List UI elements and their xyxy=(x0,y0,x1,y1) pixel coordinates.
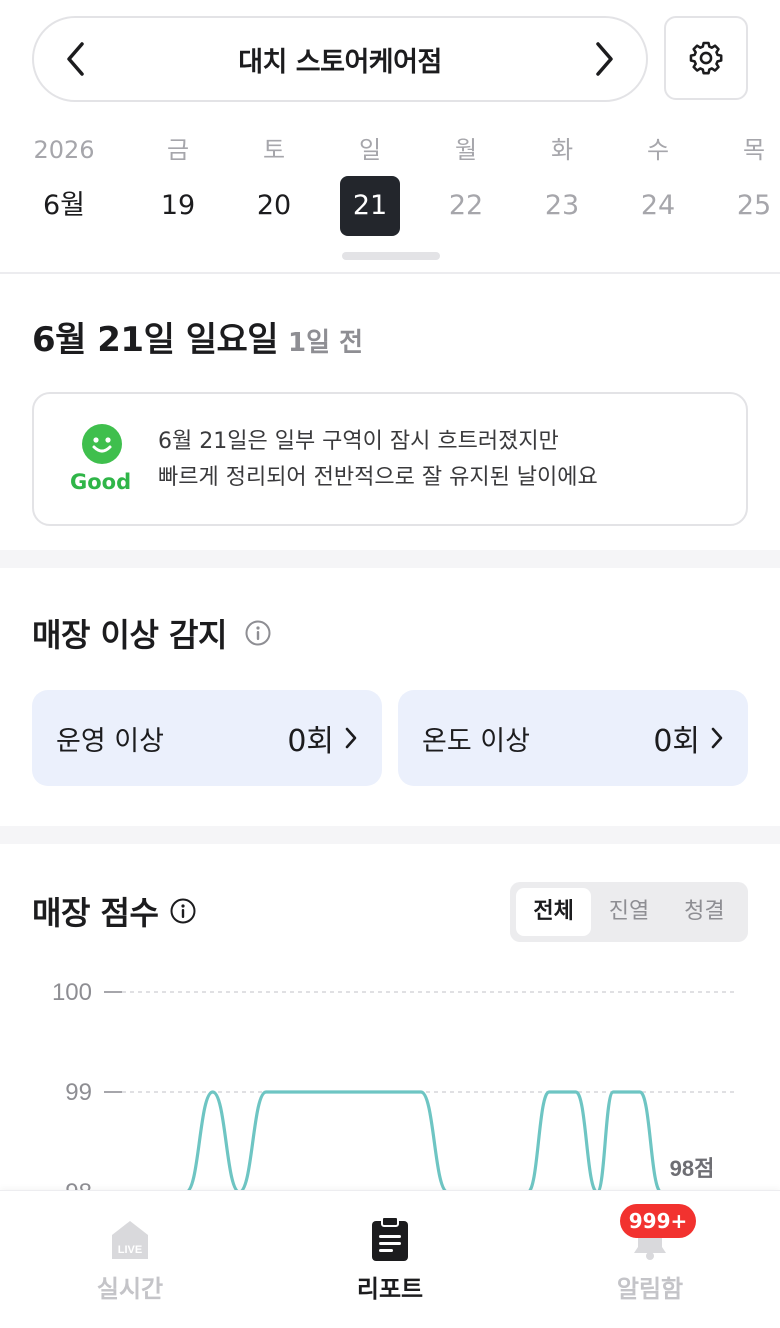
tab-cleanliness[interactable]: 청결 xyxy=(667,888,742,936)
day-number: 22 xyxy=(448,190,484,221)
date-item[interactable]: 토 20 xyxy=(234,128,314,236)
daily-summary-card: Good 6월 21일은 일부 구역이 잠시 흐트러졌지만 빠르게 정리되어 전… xyxy=(32,392,748,526)
day-number: 23 xyxy=(544,190,580,221)
next-store-button[interactable] xyxy=(590,39,620,79)
smile-icon xyxy=(82,424,122,464)
nav-label: 실시간 xyxy=(96,1275,164,1303)
y-tick-label: 98 xyxy=(65,1179,92,1190)
date-item[interactable]: 화 23 xyxy=(522,128,602,236)
current-score-label: 98점 xyxy=(670,1156,715,1181)
score-filter-tabs: 전체 진열 청결 xyxy=(510,882,748,942)
prev-store-button[interactable] xyxy=(60,39,90,79)
store-selector: 대치 스토어케어점 xyxy=(32,16,648,102)
day-number: 25 xyxy=(736,190,772,221)
status-label: Good xyxy=(70,470,132,494)
settings-button[interactable] xyxy=(664,16,748,100)
nav-label: 리포트 xyxy=(356,1275,424,1303)
day-number: 21 xyxy=(340,176,400,236)
weekday-label: 수 xyxy=(646,136,670,164)
date-strip: 2026 6월 금 19 토 20 일 21 월 22 화 23 수 24 목 … xyxy=(0,128,780,268)
date-item[interactable]: 목 25 xyxy=(714,128,780,236)
day-number: 19 xyxy=(160,190,196,221)
anomaly-count: 0회 xyxy=(653,724,700,759)
weekday-label: 토 xyxy=(262,136,286,164)
day-number: 20 xyxy=(256,190,292,221)
weekday-label: 화 xyxy=(550,136,574,164)
summary-line: 빠르게 정리되어 전반적으로 잘 유지된 날이에요 xyxy=(158,465,598,490)
anomaly-section-title: 매장 이상 감지 xyxy=(32,610,271,656)
anomaly-label: 운영 이상 xyxy=(56,725,164,757)
summary-line: 6월 21일은 일부 구역이 잠시 흐트러졌지만 xyxy=(158,429,559,454)
section-divider xyxy=(0,550,780,568)
date-heading: 6월 21일 일요일 1일 전 xyxy=(32,312,363,361)
divider xyxy=(0,272,780,274)
summary-message: 6월 21일은 일부 구역이 잠시 흐트러졌지만 빠르게 정리되어 전반적으로 … xyxy=(158,424,598,496)
score-series-line xyxy=(186,1090,662,1190)
weekday-label: 월 xyxy=(454,136,478,164)
chevron-left-icon xyxy=(67,42,84,76)
tab-all[interactable]: 전체 xyxy=(516,888,592,936)
score-line-chart: 100 99 98 98점 xyxy=(52,979,734,1190)
info-icon[interactable] xyxy=(245,620,271,646)
date-scroll-indicator[interactable] xyxy=(342,252,440,260)
section-title-text: 매장 점수 xyxy=(32,894,159,932)
notification-badge: 999+ xyxy=(620,1204,696,1238)
chevron-right-icon xyxy=(345,727,357,749)
date-item[interactable]: 수 24 xyxy=(618,128,698,236)
date-item[interactable]: 월 22 xyxy=(426,128,506,236)
nav-label: 알림함 xyxy=(616,1275,684,1303)
section-divider xyxy=(0,826,780,844)
weekday-label: 일 xyxy=(358,136,382,164)
month-value: 6월 xyxy=(42,190,86,221)
tab-display[interactable]: 진열 xyxy=(591,888,666,936)
weekday-label: 금 xyxy=(166,136,190,164)
score-section-title: 매장 점수 xyxy=(32,888,196,934)
chevron-right-icon xyxy=(711,727,723,749)
y-tick-label: 100 xyxy=(52,979,92,1006)
year-label: 2026 xyxy=(33,136,95,164)
operation-anomaly-card[interactable]: 운영 이상 0회 xyxy=(32,690,382,786)
anomaly-count: 0회 xyxy=(287,724,334,759)
day-number: 24 xyxy=(640,190,676,221)
date-title: 6월 21일 일요일 xyxy=(32,320,279,360)
weekday-label: 목 xyxy=(742,136,766,164)
info-icon[interactable] xyxy=(170,898,196,924)
section-title-text: 매장 이상 감지 xyxy=(32,616,227,654)
date-item-selected[interactable]: 일 21 xyxy=(330,128,410,236)
gear-icon xyxy=(689,41,723,75)
svg-text:LIVE: LIVE xyxy=(118,1244,142,1256)
temperature-anomaly-card[interactable]: 온도 이상 0회 xyxy=(398,690,748,786)
report-clipboard-icon xyxy=(372,1216,408,1261)
anomaly-label: 온도 이상 xyxy=(422,725,530,757)
relative-date: 1일 전 xyxy=(288,328,364,358)
live-house-icon: LIVE xyxy=(112,1221,148,1259)
chevron-right-icon xyxy=(596,42,613,76)
store-name[interactable]: 대치 스토어케어점 xyxy=(238,40,442,79)
date-item[interactable]: 금 19 xyxy=(138,128,218,236)
month-label: 2026 6월 xyxy=(24,128,104,236)
y-tick-label: 99 xyxy=(65,1079,92,1106)
